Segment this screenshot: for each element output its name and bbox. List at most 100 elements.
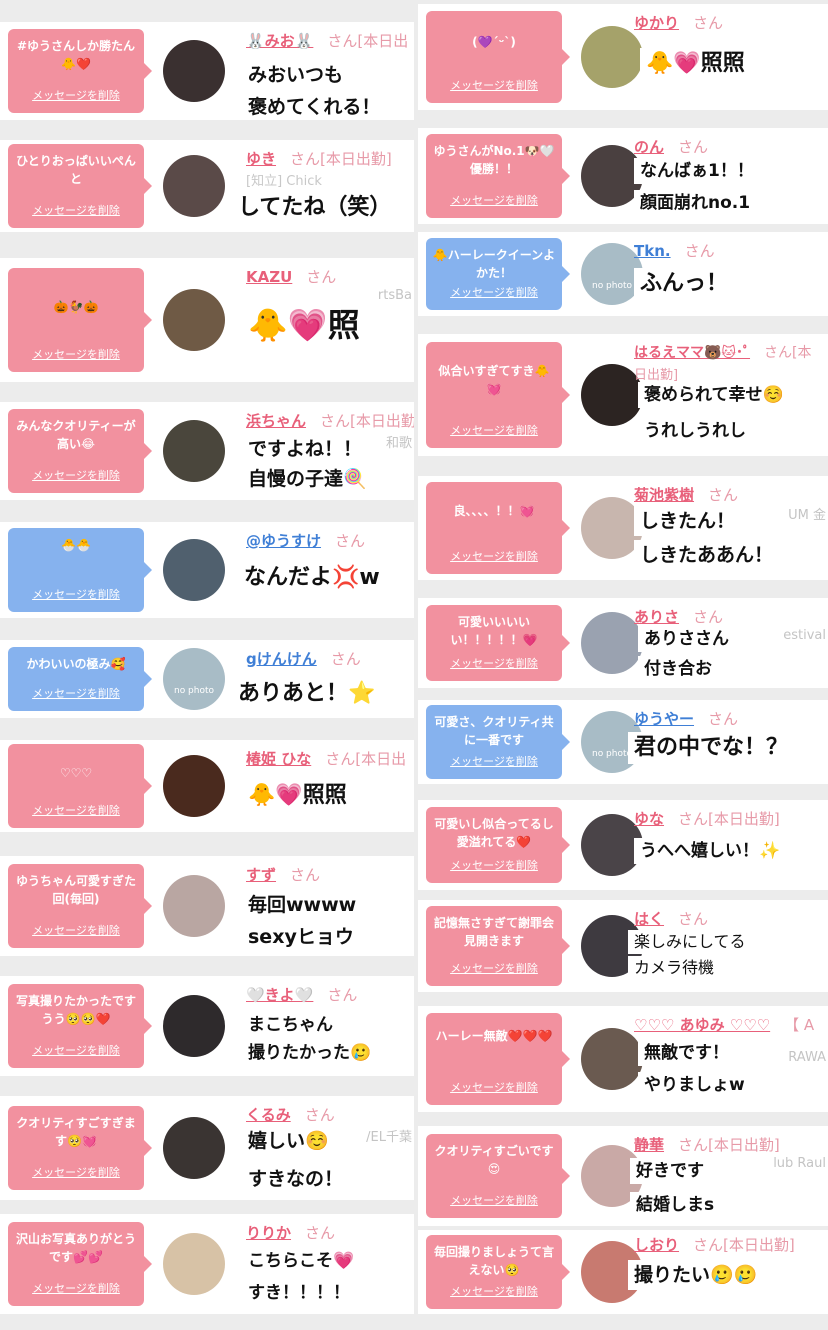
reply-text-line1: 🐥💗照照 [640, 48, 751, 80]
sent-message-bubble: 毎回撮りましょうて言えない🥺 メッセージを削除 [426, 1235, 570, 1309]
message-card[interactable]: ゆうちゃん可愛すぎた回(毎回) メッセージを削除 すず さん 毎回wwww sex… [0, 856, 414, 956]
sent-message-bubble: 可愛いいいいい！！！！！💗 メッセージを削除 [426, 605, 570, 681]
recipient-name[interactable]: ゆき [246, 150, 276, 168]
message-card[interactable]: 良、、、、！！💓 メッセージを削除 菊池紫樹 さん UM 金 しきたん！ しきたあ… [418, 476, 828, 580]
recipient-name[interactable]: 🤍きよ🤍 [246, 986, 313, 1004]
message-card[interactable]: クオリティすごすぎます🥺💓 メッセージを削除 くるみ さん /EL千葉 嬉しい☺️… [0, 1096, 414, 1200]
delete-message-link[interactable]: メッセージを削除 [8, 802, 144, 820]
message-card[interactable]: 可愛いし似合ってるし愛溢れてる❤️ メッセージを削除 ゆな さん[本日出勤] うへ… [418, 800, 828, 890]
recipient-name-row: ゆな さん[本日出勤] [634, 808, 780, 829]
recipient-name[interactable]: 浜ちゃん [246, 412, 306, 430]
recipient-name[interactable]: gけんけん [246, 650, 317, 668]
message-card[interactable]: ハーレー無敵❤️❤️❤️ メッセージを削除 ♡♡♡ あゆみ ♡♡♡ 【 A RAW… [418, 1006, 828, 1112]
reply-text-line1: なんばぁ1！！ [634, 158, 760, 184]
message-card[interactable]: 🎃🐓🎃 メッセージを削除 KAZU さん rtsBa 🐥💗照 [0, 258, 414, 382]
avatar[interactable] [163, 875, 225, 937]
message-card[interactable]: 🐥ハーレークイーンよかた！ メッセージを削除 no photo Tkn. さん ふ… [418, 232, 828, 316]
avatar[interactable] [163, 755, 225, 817]
recipient-name[interactable]: @ゆうすけ [246, 532, 321, 550]
recipient-name[interactable]: のん [634, 138, 664, 156]
sent-message-bubble: ハーレー無敵❤️❤️❤️ メッセージを削除 [426, 1013, 570, 1105]
message-card[interactable]: 似合いすぎてすき🐥💓 メッセージを削除 はるえママ🐻🐱･ﾟ さん[本 日出勤] 褒… [418, 334, 828, 456]
delete-message-link[interactable]: メッセージを削除 [426, 960, 562, 978]
delete-message-link[interactable]: メッセージを削除 [8, 87, 144, 105]
message-card[interactable]: 可愛さ、クオリティ共に一番です メッセージを削除 no photo ゆうやー さん… [418, 700, 828, 784]
avatar[interactable] [163, 420, 225, 482]
message-card[interactable]: (💜ˊᵕˋ) メッセージを削除 ゆかり さん 🐥💗照照 [418, 4, 828, 110]
recipient-subtitle: 日出勤] [634, 368, 679, 383]
delete-message-link[interactable]: メッセージを削除 [8, 922, 144, 940]
message-card[interactable]: 沢山お写真ありがとうです💕💕 メッセージを削除 りりか さん こちらこそ💗 すき！… [0, 1214, 414, 1314]
recipient-suffix: さん [290, 866, 321, 884]
avatar[interactable] [581, 1028, 643, 1090]
delete-message-link[interactable]: メッセージを削除 [426, 753, 562, 771]
no-photo-avatar[interactable]: no photo [163, 648, 225, 710]
delete-message-link[interactable]: メッセージを削除 [8, 1164, 144, 1182]
avatar[interactable] [163, 1117, 225, 1179]
delete-message-link[interactable]: メッセージを削除 [8, 1042, 144, 1060]
message-card[interactable]: 🐣🐣 メッセージを削除 @ゆうすけ さん なんだよ💢w [0, 522, 414, 618]
delete-message-link[interactable]: メッセージを削除 [8, 202, 144, 220]
avatar[interactable] [163, 155, 225, 217]
sent-message-bubble: (💜ˊᵕˋ) メッセージを削除 [426, 11, 570, 103]
message-card[interactable]: ♡♡♡ メッセージを削除 椿姫 ひな さん[本日出 🐥💗照照 [0, 740, 414, 832]
message-card[interactable]: 可愛いいいいい！！！！！💗 メッセージを削除 ありさ さん estival ありさ… [418, 598, 828, 688]
recipient-name[interactable]: すず [246, 866, 276, 884]
sent-message-bubble: #ゆうさんしか勝たん🐥❤️ メッセージを削除 [8, 29, 152, 113]
delete-message-link[interactable]: メッセージを削除 [426, 1079, 562, 1097]
recipient-name[interactable]: はるえママ🐻🐱･ﾟ [634, 345, 750, 361]
message-card[interactable]: 記憶無さすぎて謝罪会見開きます メッセージを削除 はく さん 楽しみにしてる カメ… [418, 900, 828, 992]
delete-message-link[interactable]: メッセージを削除 [426, 284, 562, 302]
message-card[interactable]: #ゆうさんしか勝たん🐥❤️ メッセージを削除 🐰みお🐰 さん[本日出 みおいつも … [0, 22, 414, 120]
avatar[interactable] [163, 995, 225, 1057]
recipient-name[interactable]: しおり [634, 1236, 679, 1254]
recipient-suffix: さん[本日出勤] [290, 150, 392, 168]
recipient-side-text: estival [783, 628, 826, 643]
delete-message-link[interactable]: メッセージを削除 [426, 857, 562, 875]
recipient-name[interactable]: 菊池紫樹 [634, 486, 694, 504]
recipient-name[interactable]: 静華 [634, 1136, 664, 1154]
recipient-suffix: さん[本日出勤 [320, 412, 414, 430]
reply-text-line2: 結婚しまs [630, 1192, 721, 1218]
delete-message-link[interactable]: メッセージを削除 [8, 346, 144, 364]
message-card[interactable]: みんなクオリティーが高い😂 メッセージを削除 浜ちゃん さん[本日出勤 和歌 です… [0, 402, 414, 500]
recipient-name[interactable]: 椿姫 ひな [246, 750, 311, 768]
delete-message-link[interactable]: メッセージを削除 [8, 685, 144, 703]
reply-text-line2: うれしうれし [638, 418, 752, 444]
recipient-name[interactable]: 🐰みお🐰 [246, 32, 313, 50]
reply-text-line1: ですよね！！ [242, 434, 369, 464]
delete-message-link[interactable]: メッセージを削除 [8, 1280, 144, 1298]
recipient-name[interactable]: ゆうやー [634, 710, 694, 728]
delete-message-link[interactable]: メッセージを削除 [426, 548, 562, 566]
message-card[interactable]: クオリティすごいです😍 メッセージを削除 静華 さん[本日出勤] lub Raul… [418, 1126, 828, 1226]
recipient-name[interactable]: ありさ [634, 608, 679, 626]
delete-message-link[interactable]: メッセージを削除 [8, 586, 144, 604]
recipient-name[interactable]: ゆな [634, 810, 664, 828]
delete-message-link[interactable]: メッセージを削除 [8, 467, 144, 485]
message-card[interactable]: かわいいの極み🥰 メッセージを削除 no photo gけんけん さん ありあと！… [0, 640, 414, 718]
message-card[interactable]: 毎回撮りましょうて言えない🥺 メッセージを削除 しおり さん[本日出勤] 撮りたい… [418, 1230, 828, 1314]
recipient-name[interactable]: りりか [246, 1224, 291, 1242]
recipient-name[interactable]: くるみ [246, 1106, 291, 1124]
message-card[interactable]: ゆうさんがNo.1🐶🤍優勝！！ メッセージを削除 のん さん なんばぁ1！！ 顔面… [418, 128, 828, 224]
message-card[interactable]: ひとりおっぱいいぺんと メッセージを削除 ゆき さん[本日出勤] [知立] Chi… [0, 140, 414, 232]
avatar[interactable] [581, 26, 643, 88]
delete-message-link[interactable]: メッセージを削除 [426, 192, 562, 210]
recipient-name[interactable]: KAZU [246, 268, 292, 286]
recipient-suffix: さん [306, 268, 337, 286]
message-card[interactable]: 写真撮りたかったですうう🥺🥺❤️ メッセージを削除 🤍きよ🤍 さん まこちゃん 撮… [0, 976, 414, 1076]
avatar[interactable] [163, 1233, 225, 1295]
avatar[interactable] [163, 40, 225, 102]
avatar[interactable] [163, 289, 225, 351]
right-column: (💜ˊᵕˋ) メッセージを削除 ゆかり さん 🐥💗照照 ゆうさんがNo.1🐶🤍優勝… [418, 0, 828, 1330]
recipient-name[interactable]: ♡♡♡ あゆみ ♡♡♡ [634, 1016, 770, 1034]
avatar[interactable] [163, 539, 225, 601]
recipient-name[interactable]: はく [634, 910, 664, 928]
delete-message-link[interactable]: メッセージを削除 [426, 1283, 562, 1301]
recipient-name[interactable]: Tkn. [634, 242, 671, 260]
delete-message-link[interactable]: メッセージを削除 [426, 77, 562, 95]
delete-message-link[interactable]: メッセージを削除 [426, 655, 562, 673]
delete-message-link[interactable]: メッセージを削除 [426, 422, 562, 440]
recipient-name[interactable]: ゆかり [634, 14, 679, 32]
delete-message-link[interactable]: メッセージを削除 [426, 1192, 562, 1210]
